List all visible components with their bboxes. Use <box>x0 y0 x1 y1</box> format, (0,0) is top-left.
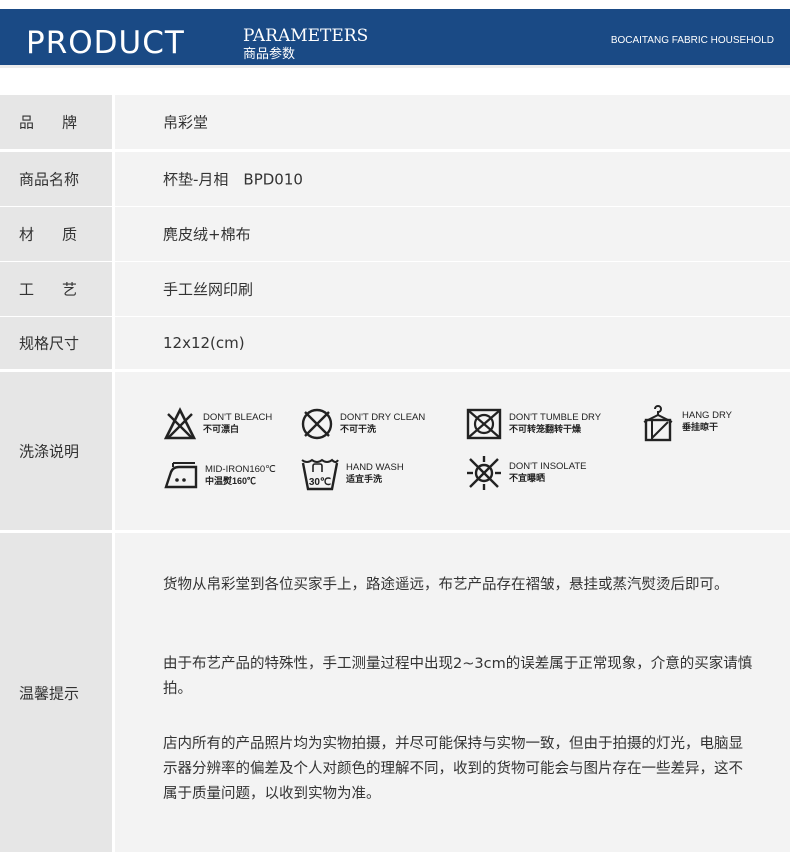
param-label-cell: 规格尺寸 <box>0 317 112 369</box>
note-paragraph: 店内所有的产品照片均为实物拍摄，并尽可能保持与实物一致，但由于拍摄的灯光，电脑显… <box>163 736 743 802</box>
param-row-craft: 工艺 手工丝网印刷 <box>0 262 790 316</box>
care-symbol-no-tumble-dry: DON'T TUMBLE DRY 不可转笼翻转干燥 <box>465 407 601 441</box>
care-label-cn: 不宜曝晒 <box>509 473 546 484</box>
care-symbol-no-dry-clean: DON'T DRY CLEAN 不可干洗 <box>300 407 425 441</box>
param-label: 规格尺寸 <box>19 334 80 353</box>
param-value-cell: 帛彩堂 <box>115 95 790 149</box>
param-value-cell: 杯垫-月相 BPD010 <box>115 152 790 206</box>
param-value: 12x12(cm) <box>163 334 245 352</box>
param-label: 洗涤说明 <box>19 442 80 461</box>
header-banner: PRODUCT PARAMETERS 商品参数 BOCAITANG FABRIC… <box>0 9 790 65</box>
param-row-brand: 品牌 帛彩堂 <box>0 95 790 149</box>
header-shop-name: BOCAITANG FABRIC HOUSEHOLD <box>610 35 774 46</box>
param-label: 工艺 <box>19 280 106 299</box>
param-row-wash: 洗涤说明 DON'T BLEACH 不可漂白 DON'T DRY CLEAN 不… <box>0 372 790 530</box>
care-symbol-hand-wash: 30℃ HAND WASH 适宜手洗 <box>300 456 404 492</box>
care-label-en: HANG DRY <box>682 410 732 422</box>
care-label-en: DON'T INSOLATE <box>509 461 587 473</box>
care-label-cn: 垂挂晾干 <box>682 422 719 433</box>
care-symbol-hang-dry: HANG DRY 垂挂晾干 <box>640 402 732 442</box>
header-parameters-cn: 商品参数 <box>243 47 296 62</box>
param-label-cell: 材质 <box>0 207 112 261</box>
care-label-cn: 不可转笼翻转干燥 <box>509 424 582 435</box>
param-row-material: 材质 麂皮绒+棉布 <box>0 207 790 261</box>
wash-symbols-cell <box>115 372 790 530</box>
care-label-cn: 不可干洗 <box>340 424 377 435</box>
param-value: 手工丝网印刷 <box>163 280 254 299</box>
care-label-cn: 中温熨160℃ <box>205 476 257 487</box>
param-label: 材质 <box>19 225 106 244</box>
no-bleach-icon <box>163 407 197 440</box>
param-row-notes: 温馨提示 货物从帛彩堂到各位买家手上，路途遥远，布艺产品存在褶皱，悬挂或蒸汽熨烫… <box>0 533 790 852</box>
param-label: 温馨提示 <box>19 684 80 702</box>
care-label-en: HAND WASH <box>346 462 404 474</box>
no-tumble-dry-icon <box>466 408 502 440</box>
header-parameters-title: PARAMETERS <box>243 26 369 46</box>
param-label-cell: 工艺 <box>0 262 112 316</box>
hand-wash-icon: 30℃ <box>301 458 339 491</box>
care-symbol-no-insolate: DON'T INSOLATE 不宜曝晒 <box>465 454 586 492</box>
param-value: 杯垫-月相 BPD010 <box>163 170 303 189</box>
param-row-product-name: 商品名称 杯垫-月相 BPD010 <box>0 152 790 206</box>
param-label-cell: 温馨提示 <box>0 533 112 852</box>
care-symbol-no-bleach: DON'T BLEACH 不可漂白 <box>163 407 272 441</box>
header-divider <box>0 65 790 68</box>
care-label-cn: 适宜手洗 <box>346 474 383 485</box>
param-label-cell: 品牌 <box>0 95 112 149</box>
hand-wash-temp: 30℃ <box>309 477 331 488</box>
note-paragraph: 由于布艺产品的特殊性，手工测量过程中出现2~3cm的误差属于正常现象，介意的买家… <box>163 656 753 697</box>
param-label: 商品名称 <box>19 170 80 189</box>
care-label-cn: 不可漂白 <box>203 424 240 435</box>
param-value-cell: 手工丝网印刷 <box>115 262 790 316</box>
care-label-en: DON'T BLEACH <box>203 412 273 424</box>
care-symbol-mid-iron: MID-IRON160℃ 中温熨160℃ <box>163 460 276 492</box>
param-label-cell: 商品名称 <box>0 152 112 206</box>
care-label-en: MID-IRON160℃ <box>205 464 276 476</box>
header-product-title: PRODUCT <box>26 25 185 61</box>
no-dry-clean-icon <box>301 408 333 440</box>
note-paragraph: 货物从帛彩堂到各位买家手上，路途遥远，布艺产品存在褶皱，悬挂或蒸汽熨烫后即可。 <box>163 577 729 593</box>
care-label-en: DON'T TUMBLE DRY <box>509 412 602 424</box>
param-value: 帛彩堂 <box>163 113 209 132</box>
param-label: 品牌 <box>19 113 106 132</box>
no-insolate-icon <box>467 456 501 490</box>
param-label-cell: 洗涤说明 <box>0 372 112 530</box>
care-label-en: DON'T DRY CLEAN <box>340 412 426 424</box>
mid-iron-icon <box>164 462 198 489</box>
notes-cell: 货物从帛彩堂到各位买家手上，路途遥远，布艺产品存在褶皱，悬挂或蒸汽熨烫后即可。 … <box>115 533 790 852</box>
param-value: 麂皮绒+棉布 <box>163 225 251 244</box>
hang-dry-icon <box>643 405 673 442</box>
param-value-cell: 12x12(cm) <box>115 317 790 369</box>
param-row-size: 规格尺寸 12x12(cm) <box>0 317 790 369</box>
param-value-cell: 麂皮绒+棉布 <box>115 207 790 261</box>
